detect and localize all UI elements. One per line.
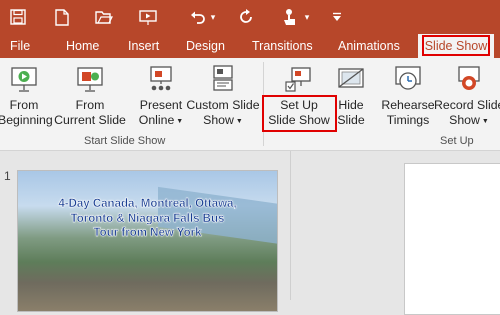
slide-title-line-2: Toronto & Niagara Falls Bus	[70, 212, 225, 225]
from-beginning-icon[interactable]	[136, 5, 160, 29]
repeat-icon[interactable]	[234, 5, 258, 29]
custom-slide-show-label-1: Custom Slide	[186, 98, 260, 112]
record-slide-show-button[interactable]: Record Slide Show ▼	[434, 58, 500, 132]
tab-home[interactable]: Home	[66, 34, 99, 58]
custom-slide-show-icon	[208, 64, 238, 97]
hide-slide-label-2: Slide	[337, 113, 365, 127]
pane-divider[interactable]	[290, 151, 291, 300]
touch-mode-icon[interactable]	[278, 5, 302, 29]
undo-icon[interactable]	[186, 5, 210, 29]
rehearse-timings-icon	[393, 64, 423, 97]
rehearse-timings-label-2: Timings	[386, 113, 430, 127]
present-online-label-2: Online	[138, 113, 175, 127]
set-up-slide-show-icon	[284, 64, 314, 97]
record-slide-show-label-1: Record Slide	[434, 98, 500, 112]
custom-slide-show-dropdown-icon: ▼	[235, 118, 243, 125]
from-beginning-label-2: Beginning	[0, 113, 53, 127]
hide-slide-icon	[336, 64, 366, 97]
from-current-slide-label-1: From	[75, 98, 105, 112]
from-beginning-button[interactable]: From Beginning	[0, 58, 53, 132]
tab-insert[interactable]: Insert	[128, 34, 159, 58]
editor-area: 1 4-Day Canada, Montreal, Ottawa, Toront…	[0, 151, 500, 315]
tab-design[interactable]: Design	[186, 34, 225, 58]
start-slide-show-group-label: Start Slide Show	[84, 135, 166, 147]
set-up-highlight-box	[262, 95, 337, 132]
rehearse-timings-button[interactable]: Rehearse Timings	[378, 58, 438, 132]
slide-thumbnail[interactable]: 4-Day Canada, Montreal, Ottawa, Toronto …	[17, 170, 278, 312]
save-icon[interactable]	[6, 5, 30, 29]
from-beginning-icon	[9, 64, 39, 97]
custom-slide-show-button[interactable]: Custom Slide Show ▼	[186, 58, 260, 132]
present-online-dropdown-icon: ▼	[176, 118, 184, 125]
ribbon-tabs: File Home Insert Design Transitions Anim…	[0, 34, 500, 58]
from-current-slide-icon	[75, 64, 105, 97]
slide-title-line-3: Tour from New York	[93, 227, 202, 239]
from-current-slide-button[interactable]: From Current Slide	[52, 58, 128, 132]
slide-thumbnail-pane: 1 4-Day Canada, Montreal, Ottawa, Toront…	[0, 151, 290, 312]
set-up-group-label: Set Up	[440, 135, 474, 147]
present-online-label-1: Present	[139, 98, 183, 112]
open-folder-icon[interactable]	[92, 5, 116, 29]
new-file-icon[interactable]	[50, 5, 74, 29]
tab-animations[interactable]: Animations	[338, 34, 400, 58]
rehearse-timings-label-1: Rehearse	[381, 98, 435, 112]
hide-slide-label-1: Hide	[338, 98, 364, 112]
quick-access-toolbar: ▾ ▾	[0, 0, 500, 34]
slide-title-line-1: 4-Day Canada, Montreal, Ottawa,	[58, 198, 237, 210]
undo-dropdown-icon[interactable]: ▾	[208, 5, 218, 29]
slide-canvas[interactable]	[404, 163, 500, 315]
present-online-icon	[146, 64, 176, 97]
touch-dropdown-icon[interactable]: ▾	[302, 5, 312, 29]
from-beginning-label-1: From	[9, 98, 39, 112]
present-online-button[interactable]: Present Online ▼	[134, 58, 188, 132]
record-slide-show-label-2: Show	[449, 113, 480, 127]
ribbon: From Beginning From Current Slide Present O…	[0, 58, 500, 151]
slide-title: 4-Day Canada, Montreal, Ottawa, Toronto …	[18, 197, 277, 241]
slide-number: 1	[4, 169, 11, 183]
customize-icon[interactable]	[330, 5, 344, 29]
custom-slide-show-label-2: Show	[203, 113, 234, 127]
hide-slide-button[interactable]: Hide Slide	[334, 58, 368, 132]
tab-highlight-box	[422, 35, 490, 56]
tab-file[interactable]: File	[10, 34, 30, 58]
record-slide-show-dropdown-icon: ▼	[481, 118, 489, 125]
record-slide-show-icon	[454, 64, 484, 97]
tab-transitions[interactable]: Transitions	[252, 34, 313, 58]
from-current-slide-label-2: Current Slide	[54, 113, 126, 127]
